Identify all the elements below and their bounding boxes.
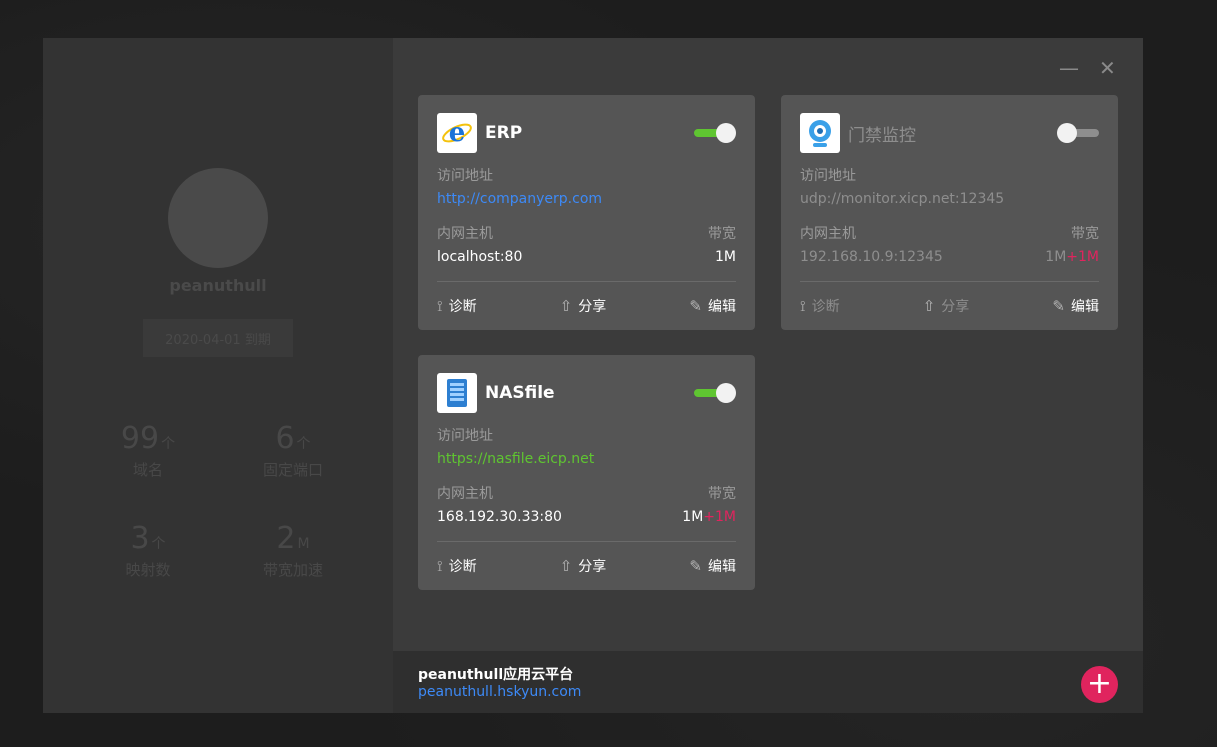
- enable-toggle[interactable]: [694, 383, 736, 403]
- divider: [437, 541, 736, 542]
- footer-bar: peanuthull应用云平台 peanuthull.hskyun.com +: [393, 651, 1143, 713]
- internal-host-label: 内网主机: [800, 226, 856, 242]
- avatar[interactable]: [168, 168, 268, 268]
- share-icon: ⇧: [922, 297, 936, 315]
- enable-toggle[interactable]: [1057, 123, 1099, 143]
- stat-label: 映射数: [125, 561, 171, 579]
- mapping-panel: — ✕ e ERP 访问地址 http://companyerp.com 内网主…: [393, 38, 1143, 713]
- stat-unit: 个: [151, 536, 166, 552]
- diagnose-label: 诊断: [811, 299, 840, 315]
- mapping-card-erp[interactable]: e ERP 访问地址 http://companyerp.com 内网主机 带宽…: [418, 95, 755, 330]
- bandwidth-value: 1M: [715, 249, 736, 265]
- stat-label: 固定端口: [262, 461, 323, 479]
- svg-text:e: e: [449, 118, 466, 148]
- stat-mappings: 3个 映射数: [78, 521, 218, 580]
- internal-host-label: 内网主机: [437, 226, 493, 242]
- stat-fixed-ports: 6个 固定端口: [223, 421, 363, 480]
- bandwidth-value: 1M: [1045, 249, 1067, 265]
- access-address-label: 访问地址: [437, 428, 493, 444]
- username: peanuthull: [169, 276, 267, 295]
- add-mapping-button[interactable]: +: [1081, 666, 1118, 703]
- card-title: 门禁监控: [848, 125, 916, 146]
- edit-button[interactable]: ✎ 编辑: [1052, 296, 1099, 316]
- access-url-link[interactable]: https://nasfile.eicp.net: [437, 451, 736, 471]
- enable-toggle[interactable]: [694, 123, 736, 143]
- divider: [800, 281, 1099, 282]
- diagnose-button[interactable]: ⟟ 诊断: [437, 296, 477, 316]
- profile-sidebar: peanuthull 2020-04-01 到期 99 个 域名 6个 固定端口 …: [43, 38, 393, 713]
- expiry-badge: 2020-04-01 到期: [143, 319, 293, 357]
- access-url-link[interactable]: http://companyerp.com: [437, 191, 736, 211]
- platform-title: peanuthull应用云平台: [418, 667, 574, 683]
- diagnose-button[interactable]: ⟟ 诊断: [800, 296, 840, 316]
- mapping-card-nasfile[interactable]: NASfile 访问地址 https://nasfile.eicp.net 内网…: [418, 355, 755, 590]
- share-button[interactable]: ⇧ 分享: [560, 556, 607, 576]
- stat-unit: M: [297, 536, 310, 552]
- pencil-icon: ✎: [689, 297, 702, 315]
- stat-unit: 个: [296, 436, 311, 452]
- stat-bandwidth-boost: 2M 带宽加速: [223, 521, 363, 580]
- diagnose-icon: ⟟: [800, 297, 806, 315]
- ie-icon: e: [437, 113, 477, 153]
- edit-label: 编辑: [708, 299, 736, 315]
- stat-value: 2: [276, 521, 296, 556]
- bandwidth-extra: +1M: [1066, 249, 1099, 265]
- minimize-button[interactable]: —: [1059, 56, 1079, 80]
- bandwidth-value: 1M: [682, 509, 704, 525]
- share-icon: ⇧: [559, 557, 573, 575]
- stat-label: 带宽加速: [262, 561, 323, 579]
- pencil-icon: ✎: [689, 557, 702, 575]
- platform-link[interactable]: peanuthull.hskyun.com: [418, 684, 581, 700]
- mapping-card-access-control[interactable]: 门禁监控 访问地址 udp://monitor.xicp.net:12345 内…: [781, 95, 1118, 330]
- stat-unit: 个: [161, 436, 176, 452]
- stat-value: 99: [120, 421, 160, 456]
- stat-value: 3: [130, 521, 150, 556]
- stat-label: 域名: [132, 461, 163, 479]
- pencil-icon: ✎: [1052, 297, 1065, 315]
- internal-host-value: localhost:80: [437, 249, 523, 265]
- edit-label: 编辑: [1071, 299, 1099, 315]
- nas-icon: [437, 373, 477, 413]
- stat-value: 6: [275, 421, 295, 456]
- diagnose-label: 诊断: [448, 299, 477, 315]
- share-label: 分享: [578, 559, 607, 575]
- bandwidth-extra: +1M: [703, 509, 736, 525]
- share-label: 分享: [578, 299, 607, 315]
- access-address-label: 访问地址: [437, 168, 493, 184]
- webcam-icon: [800, 113, 840, 153]
- share-icon: ⇧: [559, 297, 573, 315]
- stat-domains: 99 个 域名: [78, 421, 218, 480]
- diagnose-label: 诊断: [448, 559, 477, 575]
- bandwidth-label: 带宽: [1071, 226, 1099, 242]
- share-button[interactable]: ⇧ 分享: [923, 296, 970, 316]
- internal-host-value: 192.168.10.9:12345: [800, 249, 943, 265]
- edit-button[interactable]: ✎ 编辑: [689, 556, 736, 576]
- diagnose-button[interactable]: ⟟ 诊断: [437, 556, 477, 576]
- edit-label: 编辑: [708, 559, 736, 575]
- diagnose-icon: ⟟: [437, 557, 443, 575]
- bandwidth-label: 带宽: [708, 226, 736, 242]
- diagnose-icon: ⟟: [437, 297, 443, 315]
- share-label: 分享: [941, 299, 970, 315]
- divider: [437, 281, 736, 282]
- close-button[interactable]: ✕: [1099, 56, 1116, 80]
- internal-host-label: 内网主机: [437, 486, 493, 502]
- card-title: ERP: [485, 123, 523, 143]
- bandwidth-label: 带宽: [708, 486, 736, 502]
- internal-host-value: 168.192.30.33:80: [437, 509, 562, 525]
- app-window: peanuthull 2020-04-01 到期 99 个 域名 6个 固定端口 …: [43, 38, 1143, 713]
- card-title: NASfile: [485, 383, 555, 403]
- share-button[interactable]: ⇧ 分享: [560, 296, 607, 316]
- access-address-label: 访问地址: [800, 168, 856, 184]
- access-url-link[interactable]: udp://monitor.xicp.net:12345: [800, 191, 1099, 211]
- edit-button[interactable]: ✎ 编辑: [689, 296, 736, 316]
